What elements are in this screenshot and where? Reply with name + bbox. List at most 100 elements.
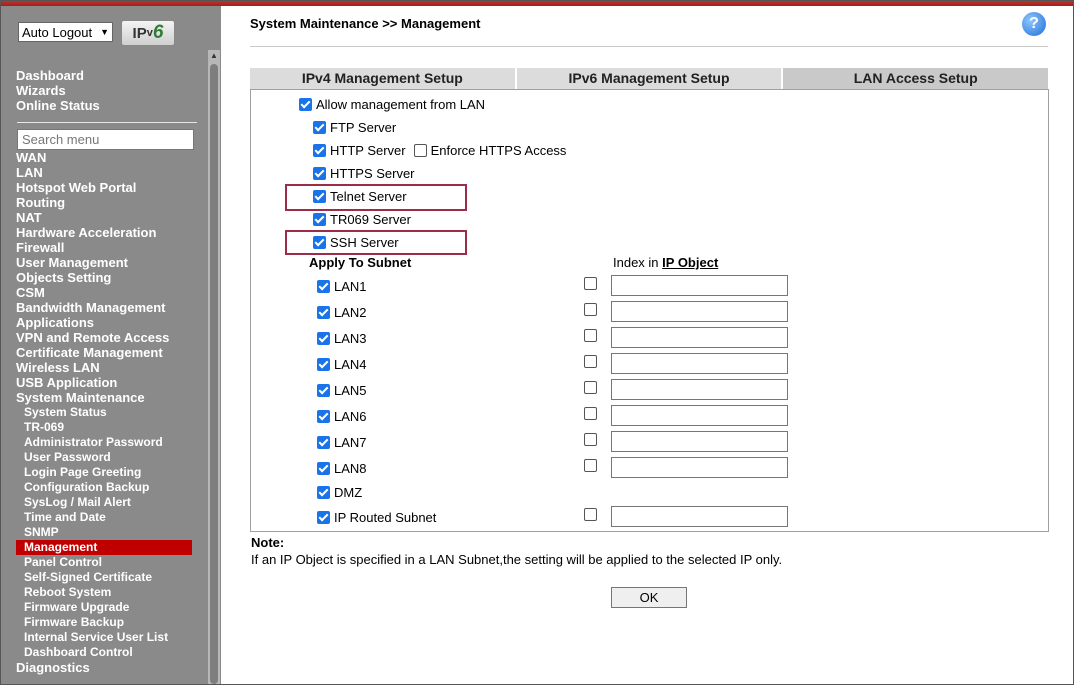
sidebar-item-firewall[interactable]: Firewall xyxy=(16,240,192,255)
sidebar-item-hardware-acceleration[interactable]: Hardware Acceleration xyxy=(16,225,192,240)
https-server-checkbox[interactable] xyxy=(313,167,326,180)
sidebar-item-wan[interactable]: WAN xyxy=(16,150,192,165)
sidebar-sub-time-and-date[interactable]: Time and Date xyxy=(16,510,192,525)
sidebar-sub-system-status[interactable]: System Status xyxy=(16,405,192,420)
sidebar-sub-internal-service-user-list[interactable]: Internal Service User List xyxy=(16,630,192,645)
ok-button[interactable]: OK xyxy=(611,587,687,608)
sidebar-item-dashboard[interactable]: Dashboard xyxy=(16,68,100,83)
tab-ipv4-management-setup[interactable]: IPv4 Management Setup xyxy=(250,68,517,89)
ip-object-link[interactable]: IP Object xyxy=(662,255,718,270)
sidebar-sub-reboot-system[interactable]: Reboot System xyxy=(16,585,192,600)
sidebar-item-hotspot-web-portal[interactable]: Hotspot Web Portal xyxy=(16,180,192,195)
lan5-index-input[interactable] xyxy=(611,379,788,400)
http-server-checkbox[interactable] xyxy=(313,144,326,157)
sidebar-sub-tr069[interactable]: TR-069 xyxy=(16,420,192,435)
sidebar-scrollbar[interactable]: ▲ xyxy=(208,50,220,684)
apply-to-subnet-header: Apply To Subnet xyxy=(309,255,412,270)
sidebar-item-usb-application[interactable]: USB Application xyxy=(16,375,192,390)
sidebar-sub-firmware-upgrade[interactable]: Firmware Upgrade xyxy=(16,600,192,615)
sidebar-top-menu: Dashboard Wizards Online Status xyxy=(16,68,100,113)
sidebar-item-lan[interactable]: LAN xyxy=(16,165,192,180)
sidebar-item-wizards[interactable]: Wizards xyxy=(16,83,100,98)
sidebar-sub-syslog-mail-alert[interactable]: SysLog / Mail Alert xyxy=(16,495,192,510)
sidebar-item-wireless-lan[interactable]: Wireless LAN xyxy=(16,360,192,375)
lan1-checkbox[interactable] xyxy=(317,280,330,293)
sidebar-item-nat[interactable]: NAT xyxy=(16,210,192,225)
lan6-index-checkbox[interactable] xyxy=(584,407,597,420)
sidebar-sub-configuration-backup[interactable]: Configuration Backup xyxy=(16,480,192,495)
ssh-server-checkbox[interactable] xyxy=(313,236,326,249)
lan4-checkbox[interactable] xyxy=(317,358,330,371)
sidebar-sub-snmp[interactable]: SNMP xyxy=(16,525,192,540)
allow-lan-checkbox[interactable] xyxy=(299,98,312,111)
enforce-https-label: Enforce HTTPS Access xyxy=(430,143,567,158)
sidebar-sub-administrator-password[interactable]: Administrator Password xyxy=(16,435,192,450)
sidebar-sub-panel-control[interactable]: Panel Control xyxy=(16,555,192,570)
sidebar-item-applications[interactable]: Applications xyxy=(16,315,192,330)
lan1-index-input[interactable] xyxy=(611,275,788,296)
lan1-label: LAN1 xyxy=(334,279,367,294)
sidebar-item-system-maintenance[interactable]: System Maintenance xyxy=(16,390,192,405)
sidebar-item-certificate-management[interactable]: Certificate Management xyxy=(16,345,192,360)
lan4-index-input[interactable] xyxy=(611,353,788,374)
dmz-checkbox[interactable] xyxy=(317,486,330,499)
ipv6-logo-six: 6 xyxy=(152,22,164,43)
sidebar-item-csm[interactable]: CSM xyxy=(16,285,192,300)
help-icon[interactable]: ? xyxy=(1022,12,1046,36)
tab-ipv6-management-setup[interactable]: IPv6 Management Setup xyxy=(516,68,784,89)
search-menu-input[interactable]: Search menu xyxy=(17,129,194,150)
ip-routed-subnet-checkbox[interactable] xyxy=(317,511,330,524)
sidebar-item-vpn-remote-access[interactable]: VPN and Remote Access xyxy=(16,330,192,345)
dmz-label: DMZ xyxy=(334,485,363,500)
auto-logout-select[interactable]: Auto Logout ▼ xyxy=(18,22,113,42)
lan5-checkbox[interactable] xyxy=(317,384,330,397)
tab-lan-access-setup[interactable]: LAN Access Setup xyxy=(783,68,1049,89)
ftp-server-checkbox[interactable] xyxy=(313,121,326,134)
lan2-checkbox[interactable] xyxy=(317,306,330,319)
ip-routed-index-checkbox[interactable] xyxy=(584,508,597,521)
lan8-index-input[interactable] xyxy=(611,457,788,478)
sidebar-sub-management[interactable]: Management xyxy=(16,540,192,555)
telnet-server-checkbox[interactable] xyxy=(313,190,326,203)
allow-lan-label: Allow management from LAN xyxy=(316,97,486,112)
sidebar-item-bandwidth-management[interactable]: Bandwidth Management xyxy=(16,300,192,315)
sidebar-sub-firmware-backup[interactable]: Firmware Backup xyxy=(16,615,192,630)
sidebar: Auto Logout ▼ IP v 6 Dashboard Wizards Onl… xyxy=(1,6,221,684)
lan3-checkbox[interactable] xyxy=(317,332,330,345)
enforce-https-checkbox[interactable] xyxy=(413,144,427,157)
sidebar-item-routing[interactable]: Routing xyxy=(16,195,192,210)
sidebar-sub-login-page-greeting[interactable]: Login Page Greeting xyxy=(16,465,192,480)
sidebar-main-menu: WAN LAN Hotspot Web Portal Routing NAT H… xyxy=(16,150,192,675)
lan7-checkbox[interactable] xyxy=(317,436,330,449)
lan2-index-checkbox[interactable] xyxy=(584,303,597,316)
lan6-checkbox[interactable] xyxy=(317,410,330,423)
sidebar-item-user-management[interactable]: User Management xyxy=(16,255,192,270)
lan8-index-checkbox[interactable] xyxy=(584,459,597,472)
lan2-index-input[interactable] xyxy=(611,301,788,322)
lan7-index-input[interactable] xyxy=(611,431,788,452)
sidebar-item-objects-setting[interactable]: Objects Setting xyxy=(16,270,192,285)
lan5-index-checkbox[interactable] xyxy=(584,381,597,394)
sidebar-sub-dashboard-control[interactable]: Dashboard Control xyxy=(16,645,192,660)
ip-routed-index-input[interactable] xyxy=(611,506,788,527)
lan1-index-checkbox[interactable] xyxy=(584,277,597,290)
tr069-row: TR069 Server xyxy=(313,212,411,227)
sidebar-item-diagnostics[interactable]: Diagnostics xyxy=(16,660,192,675)
sidebar-sub-user-password[interactable]: User Password xyxy=(16,450,192,465)
tr069-server-checkbox[interactable] xyxy=(313,213,326,226)
lan3-index-input[interactable] xyxy=(611,327,788,348)
lan7-index-checkbox[interactable] xyxy=(584,433,597,446)
telnet-server-label: Telnet Server xyxy=(330,189,407,204)
sidebar-sub-self-signed-certificate[interactable]: Self-Signed Certificate xyxy=(16,570,192,585)
subnet-row-lan2: LAN2 xyxy=(317,305,367,320)
scrollbar-thumb[interactable] xyxy=(210,64,218,684)
lan4-index-checkbox[interactable] xyxy=(584,355,597,368)
sidebar-item-online-status[interactable]: Online Status xyxy=(16,98,100,113)
lan6-index-input[interactable] xyxy=(611,405,788,426)
lan3-index-checkbox[interactable] xyxy=(584,329,597,342)
auto-logout-value: Auto Logout xyxy=(22,24,93,40)
lan8-checkbox[interactable] xyxy=(317,462,330,475)
scroll-up-arrow-icon[interactable]: ▲ xyxy=(209,52,219,60)
subnet-row-lan1: LAN1 xyxy=(317,279,367,294)
index-in-ip-object-header: Index in IP Object xyxy=(613,255,718,270)
